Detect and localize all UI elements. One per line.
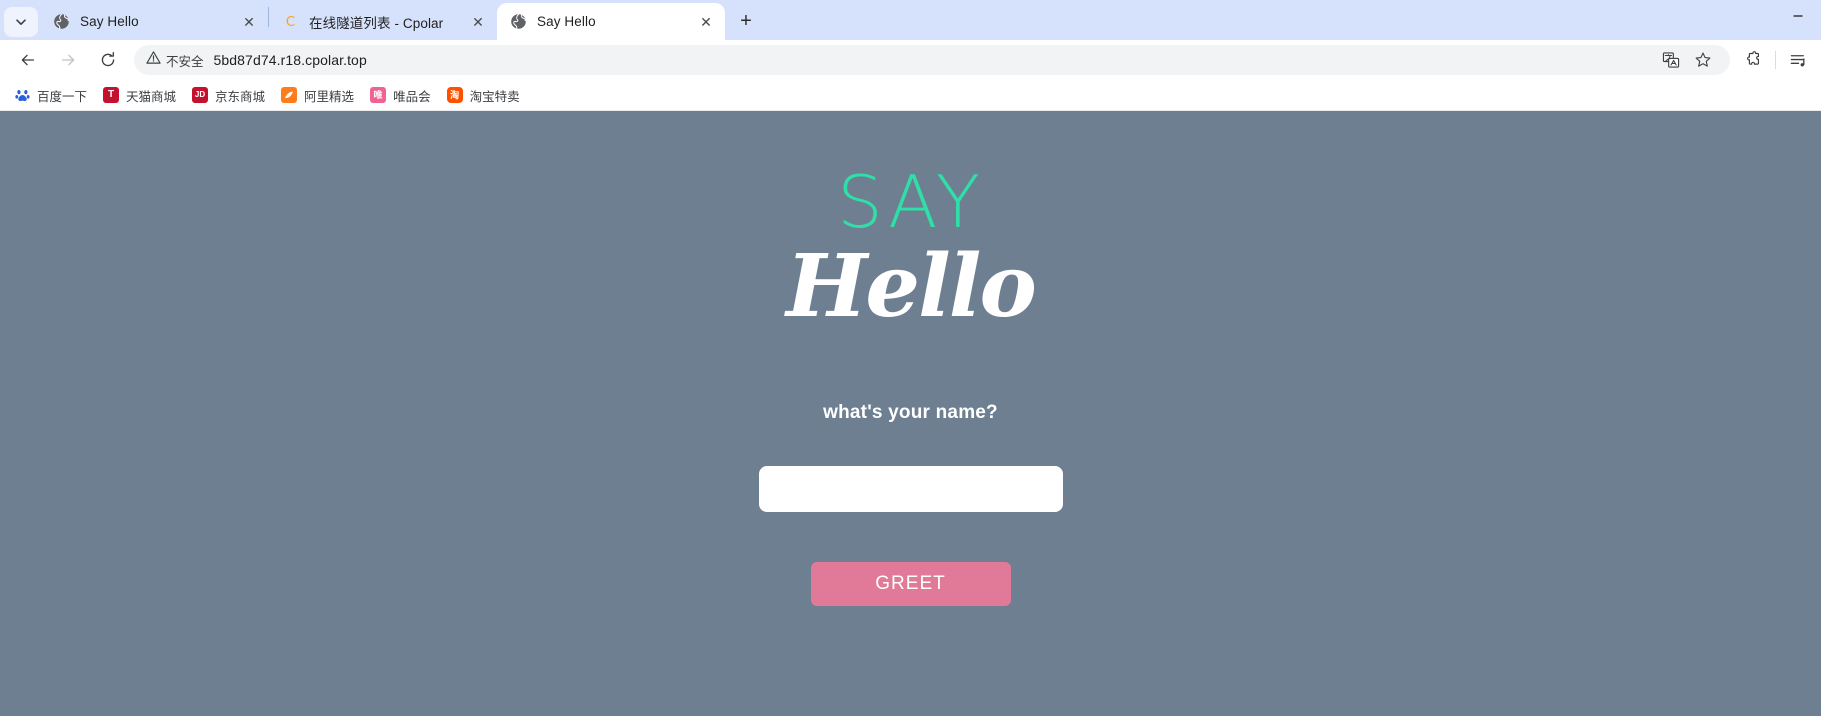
new-tab-button[interactable]: +	[731, 6, 761, 36]
greet-button[interactable]: GREET	[810, 562, 1011, 607]
window-controls	[1775, 0, 1821, 40]
tab-search-button[interactable]	[4, 7, 38, 37]
browser-toolbar: 不安全 5bd87d74.r18.cpolar.top	[0, 40, 1821, 80]
bookmark-item-baidu[interactable]: 百度一下	[6, 83, 95, 108]
name-input[interactable]	[758, 466, 1063, 513]
tab-strip: Say Hello ✕ C 在线隧道列表 - Cpolar ✕ Say Hell…	[0, 0, 1821, 40]
chevron-down-icon	[15, 16, 27, 28]
tab-title: 在线隧道列表 - Cpolar	[309, 15, 444, 31]
reload-button[interactable]	[92, 44, 124, 76]
url-text: 5bd87d74.r18.cpolar.top	[213, 52, 367, 68]
baidu-icon	[14, 87, 30, 103]
minimize-button[interactable]	[1775, 0, 1821, 32]
browser-tab-3-active[interactable]: Say Hello ✕	[497, 3, 725, 40]
media-list-icon[interactable]	[1783, 45, 1813, 75]
cpolar-c-icon: C	[281, 13, 299, 31]
page-viewport: SAY Hello what's your name? GREET	[0, 111, 1821, 716]
bookmark-item-alibaba[interactable]: 阿里精选	[273, 83, 362, 108]
warning-triangle-icon	[146, 50, 161, 70]
logo-hello-text: Hello	[786, 236, 1037, 337]
tmall-icon: T	[103, 87, 120, 103]
toolbar-divider	[1775, 51, 1776, 69]
browser-tab-1[interactable]: Say Hello ✕	[40, 3, 268, 40]
browser-window: Say Hello ✕ C 在线隧道列表 - Cpolar ✕ Say Hell…	[0, 0, 1821, 716]
security-status-label: 不安全	[166, 54, 204, 69]
taobao-icon: 淘	[446, 87, 463, 103]
bookmark-item-tmall[interactable]: T 天猫商城	[95, 83, 184, 108]
jd-icon-letters: JD	[194, 90, 206, 99]
logo-say-text: SAY	[837, 160, 984, 244]
bookmark-label: 天猫商城	[126, 89, 177, 104]
globe-icon	[509, 13, 527, 31]
say-hello-logo: SAY Hello	[786, 160, 1037, 337]
browser-tab-2[interactable]: C 在线隧道列表 - Cpolar ✕	[269, 3, 497, 40]
tab-close-button[interactable]: ✕	[467, 11, 489, 33]
alibaba-icon	[281, 87, 298, 103]
bookmarks-bar: 百度一下 T 天猫商城 JD 京东商城 阿里精选 唯 唯品会 淘 淘宝特卖	[0, 80, 1821, 111]
bookmark-label: 淘宝特卖	[469, 89, 520, 104]
tab-close-button[interactable]: ✕	[695, 11, 717, 33]
bookmark-label: 百度一下	[37, 89, 88, 104]
svg-text:C: C	[285, 14, 295, 30]
tab-title: Say Hello	[80, 14, 139, 29]
forward-button[interactable]	[52, 44, 84, 76]
name-prompt-label: what's your name?	[823, 402, 998, 424]
bookmark-label: 京东商城	[215, 89, 266, 104]
omnibox-actions	[1656, 45, 1718, 75]
extensions-puzzle-icon[interactable]	[1738, 45, 1768, 75]
tmall-icon-letter: T	[107, 89, 115, 100]
security-status[interactable]: 不安全	[146, 50, 204, 70]
say-hello-page: SAY Hello what's your name? GREET	[0, 111, 1821, 716]
bookmark-item-jd[interactable]: JD 京东商城	[184, 83, 273, 108]
bookmark-label: 唯品会	[393, 89, 431, 104]
globe-icon	[52, 13, 70, 31]
bookmark-item-vip[interactable]: 唯 唯品会	[362, 83, 439, 108]
bookmark-item-taobao[interactable]: 淘 淘宝特卖	[439, 83, 528, 108]
taobao-icon-letter: 淘	[450, 89, 460, 100]
vip-icon-letter: 唯	[373, 89, 383, 100]
address-bar[interactable]: 不安全 5bd87d74.r18.cpolar.top	[134, 45, 1730, 75]
bookmark-label: 阿里精选	[304, 89, 355, 104]
back-button[interactable]	[12, 44, 44, 76]
bookmark-star-icon[interactable]	[1688, 45, 1718, 75]
translate-icon[interactable]	[1656, 45, 1686, 75]
jd-icon: JD	[192, 87, 209, 103]
vip-icon: 唯	[370, 87, 387, 103]
tab-title: Say Hello	[537, 14, 596, 29]
tab-close-button[interactable]: ✕	[238, 11, 260, 33]
